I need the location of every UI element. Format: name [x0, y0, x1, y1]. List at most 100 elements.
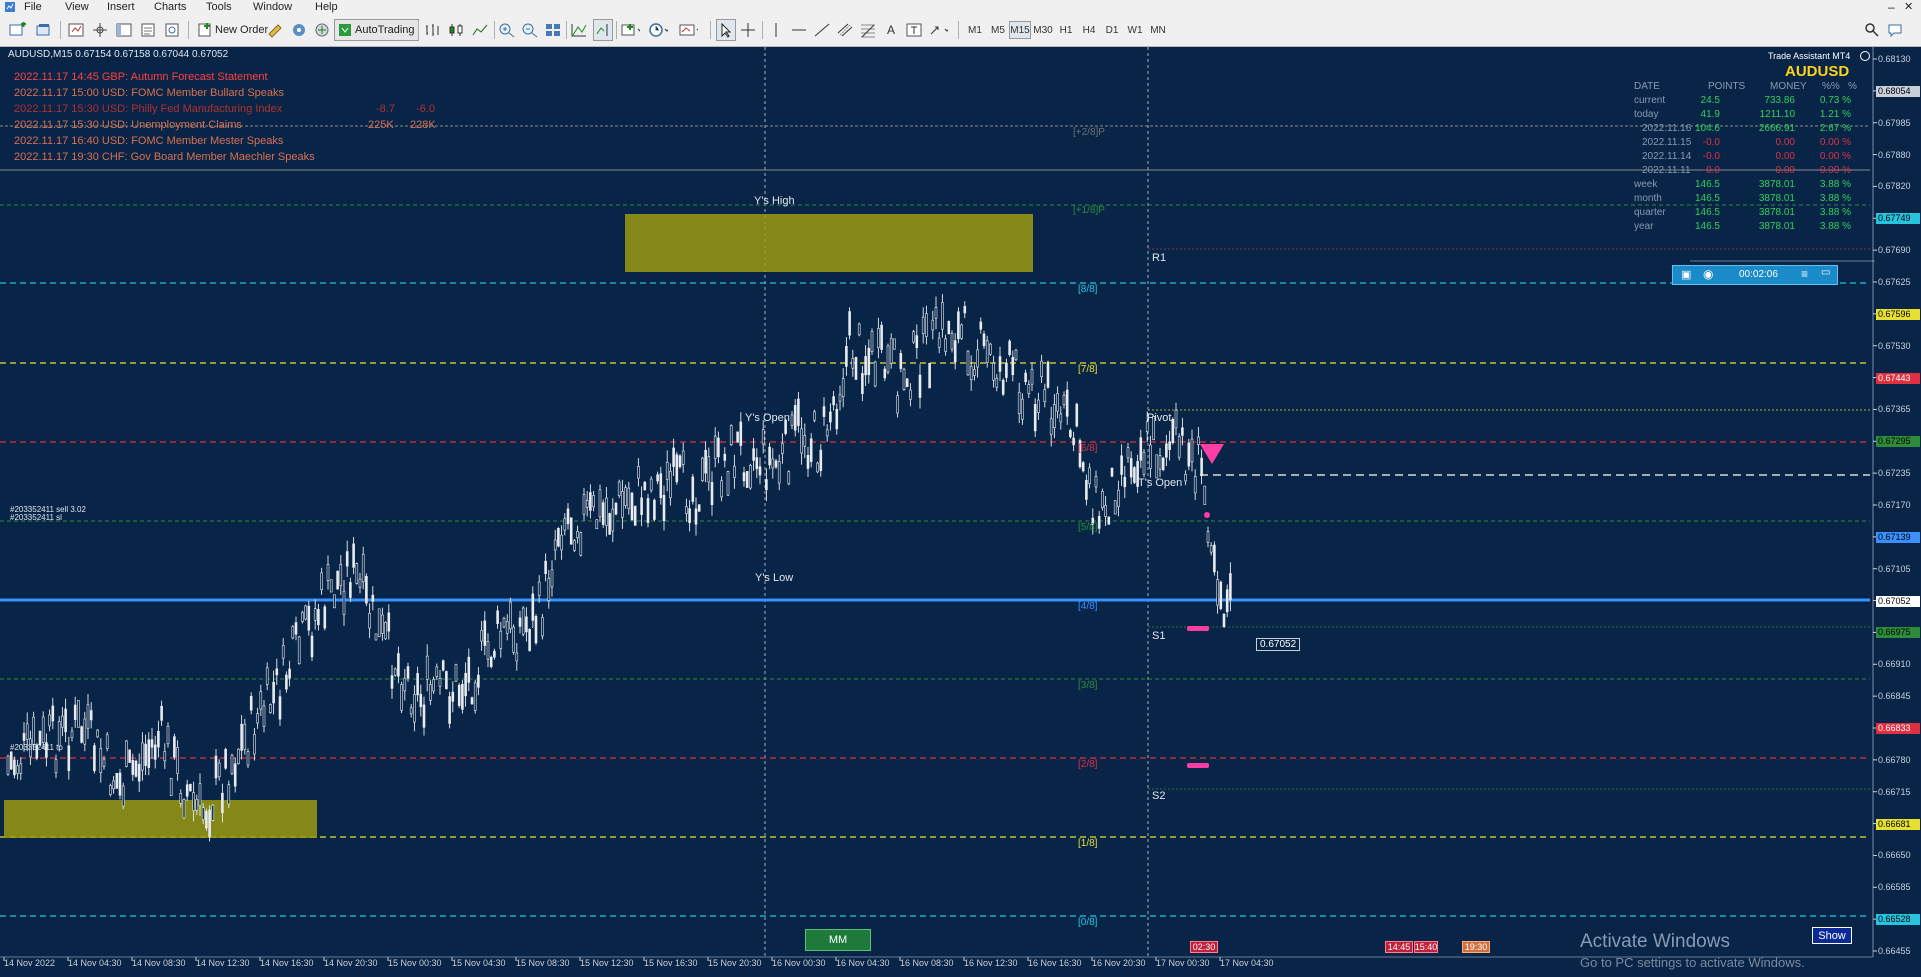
event-marker[interactable]: 14:45	[1385, 941, 1413, 953]
new-order-button[interactable]: New Order	[194, 19, 272, 41]
show-button[interactable]: Show	[1812, 927, 1852, 944]
signals-icon[interactable]	[312, 19, 332, 41]
candle-body	[1001, 379, 1005, 395]
auto-scroll-icon[interactable]	[569, 19, 589, 41]
timeframe-m5[interactable]: M5	[987, 21, 1009, 39]
metaeditor-icon[interactable]	[265, 19, 285, 41]
equidistant-channel-icon[interactable]	[835, 19, 855, 41]
profiles-icon[interactable]	[34, 19, 54, 41]
templates-icon[interactable]	[678, 19, 698, 41]
row-points: 104.6	[1694, 123, 1720, 134]
murrey-label: [5/8]	[1078, 522, 1098, 533]
price-label: 0.66910	[1878, 659, 1911, 670]
cursor-icon[interactable]	[716, 19, 736, 41]
eye-icon[interactable]: ◉	[1703, 267, 1713, 281]
vertical-line-icon[interactable]	[766, 19, 786, 41]
chat-icon[interactable]	[1886, 19, 1906, 41]
timeframe-d1[interactable]: D1	[1101, 21, 1123, 39]
price-chart[interactable]: AUDUSD,M15 0.67154 0.67158 0.67044 0.670…	[0, 47, 1921, 977]
chart-shift-icon[interactable]	[593, 19, 613, 41]
candle-body	[921, 316, 925, 335]
autotrading-button[interactable]: AutoTrading	[334, 19, 419, 41]
candle-body	[598, 489, 602, 518]
timeframe-m1[interactable]: M1	[964, 21, 986, 39]
timeframe-h1[interactable]: H1	[1055, 21, 1077, 39]
candle-body	[93, 745, 96, 772]
bar-chart-icon[interactable]	[422, 19, 442, 41]
candle-body	[233, 763, 237, 787]
trade-assistant-panel: Trade Assistant MT4 AUDUSD DATE POINTS M…	[1620, 47, 1875, 257]
periods-icon[interactable]	[648, 19, 668, 41]
candle-body	[390, 675, 394, 689]
data-window-icon[interactable]	[90, 19, 110, 41]
row-points: 146.5	[1694, 207, 1720, 218]
activate-windows-title: Activate Windows	[1580, 931, 1730, 952]
candle-body	[886, 345, 890, 373]
fibonacci-icon[interactable]	[858, 19, 878, 41]
candle-body	[576, 530, 579, 539]
line-chart-icon[interactable]	[470, 19, 490, 41]
candle-body	[1120, 455, 1123, 475]
market-watch-icon[interactable]	[66, 19, 86, 41]
search-icon[interactable]	[1862, 19, 1882, 41]
options-icon[interactable]	[289, 19, 309, 41]
camera-icon[interactable]: ▣	[1681, 268, 1691, 281]
menu-charts[interactable]: Charts	[154, 1, 186, 13]
tile-windows-icon[interactable]	[543, 19, 563, 41]
timeframe-m30[interactable]: M30	[1032, 21, 1054, 39]
candle-body	[809, 438, 813, 462]
minimize-icon[interactable]: –	[1888, 0, 1895, 14]
strategy-tester-icon[interactable]	[162, 19, 182, 41]
candlesticks-icon[interactable]	[446, 19, 466, 41]
arrows-icon[interactable]	[928, 19, 948, 41]
menu-window[interactable]: Window	[253, 1, 292, 13]
crosshair-icon[interactable]	[738, 19, 758, 41]
zoom-out-icon[interactable]	[520, 19, 540, 41]
indicators-icon[interactable]	[620, 19, 640, 41]
price-label: 0.67235	[1878, 468, 1911, 479]
candle-body	[534, 616, 538, 644]
text-icon[interactable]: A	[881, 19, 901, 41]
trendline-icon[interactable]	[812, 19, 832, 41]
candle-body	[1190, 438, 1194, 463]
timeframe-m15[interactable]: M15	[1009, 21, 1031, 39]
menu-icon[interactable]: ≡	[1801, 267, 1808, 281]
candle-body	[323, 606, 327, 629]
close-icon[interactable]: ✕	[1904, 0, 1913, 13]
timeframe-mn[interactable]: MN	[1147, 21, 1169, 39]
navigator-icon[interactable]	[114, 19, 134, 41]
row-money: 1211.10	[1759, 109, 1795, 120]
candle-body	[1203, 485, 1207, 505]
menu-file[interactable]: File	[24, 1, 42, 13]
candle-body	[310, 635, 314, 658]
terminal-icon[interactable]	[138, 19, 158, 41]
candle-body	[896, 395, 899, 414]
murrey-label: [+1/8]P	[1073, 205, 1105, 216]
text-label-icon[interactable]	[904, 19, 924, 41]
horizontal-line-icon[interactable]	[789, 19, 809, 41]
event-marker[interactable]: 02:30	[1190, 941, 1218, 953]
candle-body	[112, 780, 115, 790]
menu-view[interactable]: View	[65, 1, 89, 13]
new-chart-icon[interactable]	[8, 19, 28, 41]
candle-body	[73, 704, 77, 720]
candle-body	[1174, 409, 1178, 429]
candle-body	[1043, 389, 1047, 402]
mm-button[interactable]: MM	[805, 929, 871, 951]
zoom-in-icon[interactable]	[497, 19, 517, 41]
menu-insert[interactable]: Insert	[107, 1, 135, 13]
time-label: 15 Nov 08:30	[516, 958, 570, 968]
timeframe-h4[interactable]: H4	[1078, 21, 1100, 39]
event-marker[interactable]: 15:40	[1414, 941, 1438, 953]
menu-tools[interactable]: Tools	[206, 1, 232, 13]
candle-body	[352, 543, 355, 568]
row-pct: 1.21 %	[1819, 109, 1851, 120]
minimize-panel-icon[interactable]: ▭	[1821, 267, 1830, 278]
candle-body	[342, 590, 346, 616]
timeframe-w1[interactable]: W1	[1124, 21, 1146, 39]
candle-body	[144, 743, 147, 766]
menu-help[interactable]: Help	[315, 1, 338, 13]
candle-body	[835, 408, 839, 430]
event-marker[interactable]: 19:30	[1462, 941, 1490, 953]
candle-body	[1088, 467, 1091, 485]
